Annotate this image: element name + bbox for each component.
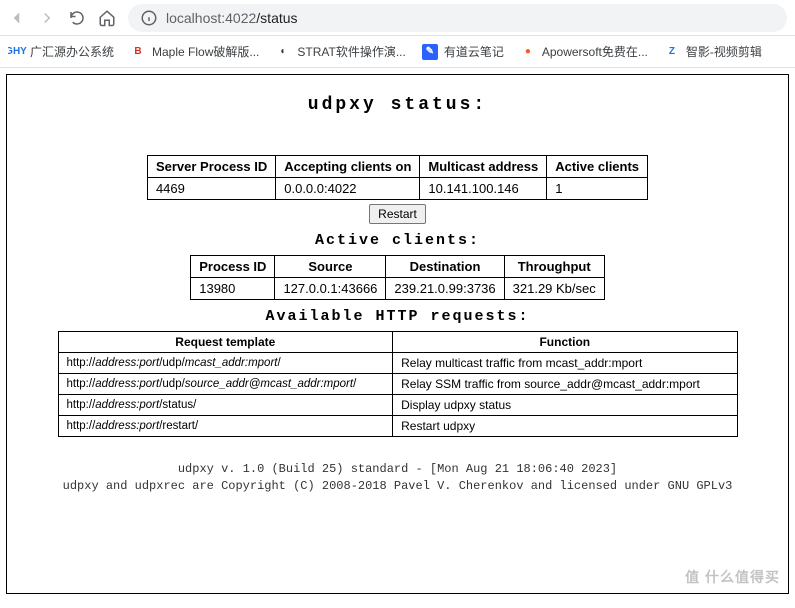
page-title: udpxy status: [23, 95, 772, 115]
table-row: http://address:port/restart/Restart udpx… [58, 416, 737, 437]
request-template-cell: http://address:port/status/ [58, 395, 393, 416]
table-cell: 1 [547, 178, 648, 200]
table-header: Process ID [191, 256, 275, 278]
table-header: Multicast address [420, 156, 547, 178]
request-template-cell: http://address:port/udp/source_addr@mcas… [58, 374, 393, 395]
function-cell: Relay SSM traffic from source_addr@mcast… [393, 374, 737, 395]
active-clients-table: Process IDSourceDestinationThroughput 13… [190, 255, 605, 300]
url-text: localhost:4022/status [166, 10, 298, 26]
bookmark-item[interactable]: GHY 广汇源办公系统 [8, 43, 114, 60]
table-cell: 4469 [147, 178, 275, 200]
reload-button[interactable] [68, 9, 86, 27]
table-header: Throughput [504, 256, 604, 278]
http-requests-heading: Available HTTP requests: [23, 308, 772, 325]
bookmark-item[interactable]: ✎ 有道云笔记 [422, 43, 504, 60]
bookmark-item[interactable]: Z 智影-视频剪辑 [664, 43, 762, 60]
table-row: http://address:port/status/Display udpxy… [58, 395, 737, 416]
bookmark-item[interactable]: ● Apowersoft免费在... [520, 43, 648, 60]
bookmark-item[interactable]: ◐ STRAT软件操作演... [275, 43, 405, 60]
table-header: Destination [386, 256, 504, 278]
address-bar[interactable]: localhost:4022/status [128, 4, 787, 32]
footer-copyright: udpxy and udpxrec are Copyright (C) 2008… [23, 478, 772, 495]
browser-toolbar: localhost:4022/status [0, 0, 795, 36]
table-header: Server Process ID [147, 156, 275, 178]
bookmark-item[interactable]: B Maple Flow破解版... [130, 43, 259, 60]
table-cell: 239.21.0.99:3736 [386, 278, 504, 300]
table-header: Source [275, 256, 386, 278]
table-header: Accepting clients on [276, 156, 420, 178]
home-button[interactable] [98, 9, 116, 27]
table-row: http://address:port/udp/source_addr@mcas… [58, 374, 737, 395]
function-cell: Restart udpxy [393, 416, 737, 437]
forward-button[interactable] [38, 9, 56, 27]
bookmark-icon: ● [520, 44, 536, 60]
bookmark-label: 智影-视频剪辑 [686, 43, 762, 60]
restart-button[interactable]: Restart [369, 204, 426, 224]
info-icon [140, 9, 158, 27]
function-cell: Relay multicast traffic from mcast_addr:… [393, 353, 737, 374]
request-template-cell: http://address:port/udp/mcast_addr:mport… [58, 353, 393, 374]
bookmark-label: 广汇源办公系统 [30, 43, 114, 60]
bookmark-label: 有道云笔记 [444, 43, 504, 60]
server-info-table: Server Process IDAccepting clients onMul… [147, 155, 648, 200]
watermark: 值 什么值得买 [685, 567, 780, 587]
table-row: 13980127.0.0.1:43666239.21.0.99:3736321.… [191, 278, 605, 300]
table-cell: 10.141.100.146 [420, 178, 547, 200]
table-header: Active clients [547, 156, 648, 178]
page-content: udpxy status: Server Process IDAccepting… [6, 74, 789, 594]
back-button[interactable] [8, 9, 26, 27]
table-cell: 321.29 Kb/sec [504, 278, 604, 300]
table-cell: 13980 [191, 278, 275, 300]
bookmark-label: STRAT软件操作演... [297, 43, 405, 60]
bookmark-icon: B [130, 44, 146, 60]
bookmark-label: Apowersoft免费在... [542, 43, 648, 60]
table-header: Request template [58, 332, 393, 353]
table-row: http://address:port/udp/mcast_addr:mport… [58, 353, 737, 374]
bookmark-icon: Z [664, 44, 680, 60]
bookmark-icon: ◐ [275, 44, 291, 60]
bookmark-label: Maple Flow破解版... [152, 43, 259, 60]
footer-version: udpxy v. 1.0 (Build 25) standard - [Mon … [23, 461, 772, 478]
table-header: Function [393, 332, 737, 353]
footer: udpxy v. 1.0 (Build 25) standard - [Mon … [23, 461, 772, 495]
table-cell: 0.0.0.0:4022 [276, 178, 420, 200]
bookmark-icon: ✎ [422, 44, 438, 60]
bookmark-icon: GHY [8, 44, 24, 60]
http-requests-table: Request templateFunction http://address:… [58, 331, 738, 437]
request-template-cell: http://address:port/restart/ [58, 416, 393, 437]
function-cell: Display udpxy status [393, 395, 737, 416]
table-cell: 127.0.0.1:43666 [275, 278, 386, 300]
bookmarks-bar: GHY 广汇源办公系统 B Maple Flow破解版... ◐ STRAT软件操作演..… [0, 36, 795, 68]
active-clients-heading: Active clients: [23, 232, 772, 249]
